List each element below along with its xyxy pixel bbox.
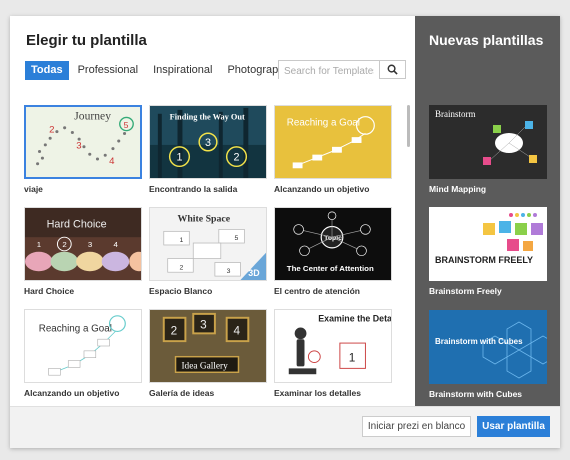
tab-todas[interactable]: Todas	[25, 61, 69, 80]
thumb-title: Hard Choice	[47, 219, 107, 231]
template-card-hard-choice[interactable]: Hard Choice 1 2 3 4 Hard Choice	[24, 207, 144, 296]
svg-text:4: 4	[113, 240, 118, 249]
template-label: Galería de ideas	[149, 388, 215, 398]
template-thumbnail[interactable]: 2 3 4 Idea Gallery	[149, 309, 267, 383]
template-label: Hard Choice	[24, 286, 75, 296]
tab-professional[interactable]: Professional	[72, 61, 145, 80]
search-input[interactable]	[279, 63, 379, 80]
svg-text:5: 5	[235, 235, 239, 242]
template-card-alcanzando-un-objetivo-2[interactable]: Reaching a Goal Alcanzando un objetivo	[24, 309, 144, 398]
template-label: viaje	[24, 184, 43, 194]
template-card-el-centro-de-atencion[interactable]: Topic The Center of Attention El centro …	[274, 207, 394, 296]
thumb-title: Idea Gallery	[181, 361, 228, 371]
thumb-title: BRAINSTORM FREELY	[435, 255, 533, 265]
template-thumbnail[interactable]: Examine the Details 1	[274, 309, 392, 383]
template-card-alcanzando-un-objetivo[interactable]: Reaching a Goal Alcanzando un objetivo	[274, 105, 394, 194]
template-grid: Journey 2 3 4 5 viaje Finding the Way Ou…	[24, 105, 410, 406]
thumb-title: Brainstorm	[435, 109, 476, 119]
template-thumbnail[interactable]: BRAINSTORM FREELY	[429, 207, 547, 281]
category-tabs: Todas Professional Inspirational Photogr…	[25, 61, 301, 81]
template-label: El centro de atención	[274, 286, 360, 296]
side-template-label: Brainstorm with Cubes	[429, 389, 523, 399]
template-thumbnail[interactable]: Journey 2 3 4 5	[24, 105, 142, 179]
new-templates-panel: Nuevas plantillas Brainstorm Mind Mappin…	[415, 16, 560, 406]
template-card-viaje[interactable]: Journey 2 3 4 5 viaje	[24, 105, 144, 194]
template-card-encontrando-la-salida[interactable]: Finding the Way Out 1 3 2 Encontrando la…	[149, 105, 269, 194]
dialog-title: Elegir tu plantilla	[26, 32, 147, 49]
svg-text:4: 4	[109, 156, 115, 167]
search-box	[278, 60, 379, 80]
side-template-label: Brainstorm Freely	[429, 286, 502, 296]
svg-text:2: 2	[179, 264, 183, 271]
thumb-title: Journey	[74, 110, 111, 122]
dialog-footer: Iniciar prezi en blanco Usar plantilla	[10, 406, 560, 448]
svg-text:3: 3	[200, 319, 207, 332]
template-label: Espacio Blanco	[149, 286, 213, 296]
template-card-espacio-blanco[interactable]: White Space 1 5 2 3 3D Espacio Blanco	[149, 207, 269, 296]
use-template-button[interactable]: Usar plantilla	[477, 416, 550, 437]
template-thumbnail[interactable]: Brainstorm with Cubes	[429, 310, 547, 384]
grid-scrollbar[interactable]	[407, 105, 410, 147]
template-label: Examinar los detalles	[274, 388, 361, 398]
svg-text:2: 2	[62, 240, 66, 249]
template-label: Alcanzando un objetivo	[274, 184, 370, 194]
svg-text:2: 2	[49, 125, 54, 136]
svg-text:4: 4	[234, 324, 241, 337]
template-browser: Elegir tu plantilla Todas Professional I…	[10, 16, 415, 406]
thumb-title: The Center of Attention	[287, 264, 374, 273]
tab-inspirational[interactable]: Inspirational	[147, 61, 218, 80]
svg-text:3: 3	[205, 137, 211, 149]
svg-text:2: 2	[171, 324, 178, 337]
svg-text:5: 5	[124, 120, 129, 130]
thumb-title: White Space	[178, 214, 231, 225]
svg-text:1: 1	[179, 237, 183, 244]
side-template-brainstorm-freely[interactable]: BRAINSTORM FREELY Brainstorm Freely	[429, 207, 547, 296]
side-template-label: Mind Mapping	[429, 184, 487, 194]
side-template-mind-mapping[interactable]: Brainstorm Mind Mapping	[429, 105, 547, 194]
start-blank-prezi-button[interactable]: Iniciar prezi en blanco	[362, 416, 471, 437]
template-thumbnail[interactable]: Reaching a Goal	[274, 105, 392, 179]
template-thumbnail[interactable]: Reaching a Goal	[24, 309, 142, 383]
search-icon	[387, 64, 398, 75]
template-label: Alcanzando un objetivo	[24, 388, 120, 398]
template-thumbnail[interactable]: Topic The Center of Attention	[274, 207, 392, 281]
template-thumbnail[interactable]: Hard Choice 1 2 3 4	[24, 207, 142, 281]
template-label: Encontrando la salida	[149, 184, 238, 194]
template-thumbnail[interactable]: White Space 1 5 2 3 3D	[149, 207, 267, 281]
template-thumbnail[interactable]: Finding the Way Out 1 3 2	[149, 105, 267, 179]
svg-text:3D: 3D	[248, 268, 259, 278]
svg-text:3: 3	[227, 268, 231, 275]
svg-text:3: 3	[76, 141, 81, 152]
side-template-brainstorm-with-cubes[interactable]: Brainstorm with Cubes Brainstorm with Cu…	[429, 310, 547, 399]
thumb-title: Finding the Way Out	[170, 113, 245, 122]
template-card-galeria-de-ideas[interactable]: 2 3 4 Idea Gallery Galería de ideas	[149, 309, 269, 398]
thumb-title: Reaching a Goal	[39, 323, 112, 334]
svg-text:1: 1	[37, 240, 41, 249]
svg-text:2: 2	[234, 152, 240, 164]
svg-text:3: 3	[88, 240, 92, 249]
svg-text:1: 1	[349, 352, 356, 365]
template-card-examinar-los-detalles[interactable]: Examine the Details 1 Examinar los detal…	[274, 309, 394, 398]
template-thumbnail[interactable]: Brainstorm	[429, 105, 547, 179]
thumb-title: Brainstorm with Cubes	[435, 337, 523, 346]
search-button[interactable]	[379, 60, 406, 79]
thumb-title: Reaching a Goal	[287, 118, 360, 129]
thumb-title: Examine the Details	[318, 314, 391, 324]
new-templates-title: Nuevas plantillas	[429, 32, 544, 48]
template-dialog: Elegir tu plantilla Todas Professional I…	[10, 16, 560, 448]
svg-text:1: 1	[177, 152, 183, 164]
